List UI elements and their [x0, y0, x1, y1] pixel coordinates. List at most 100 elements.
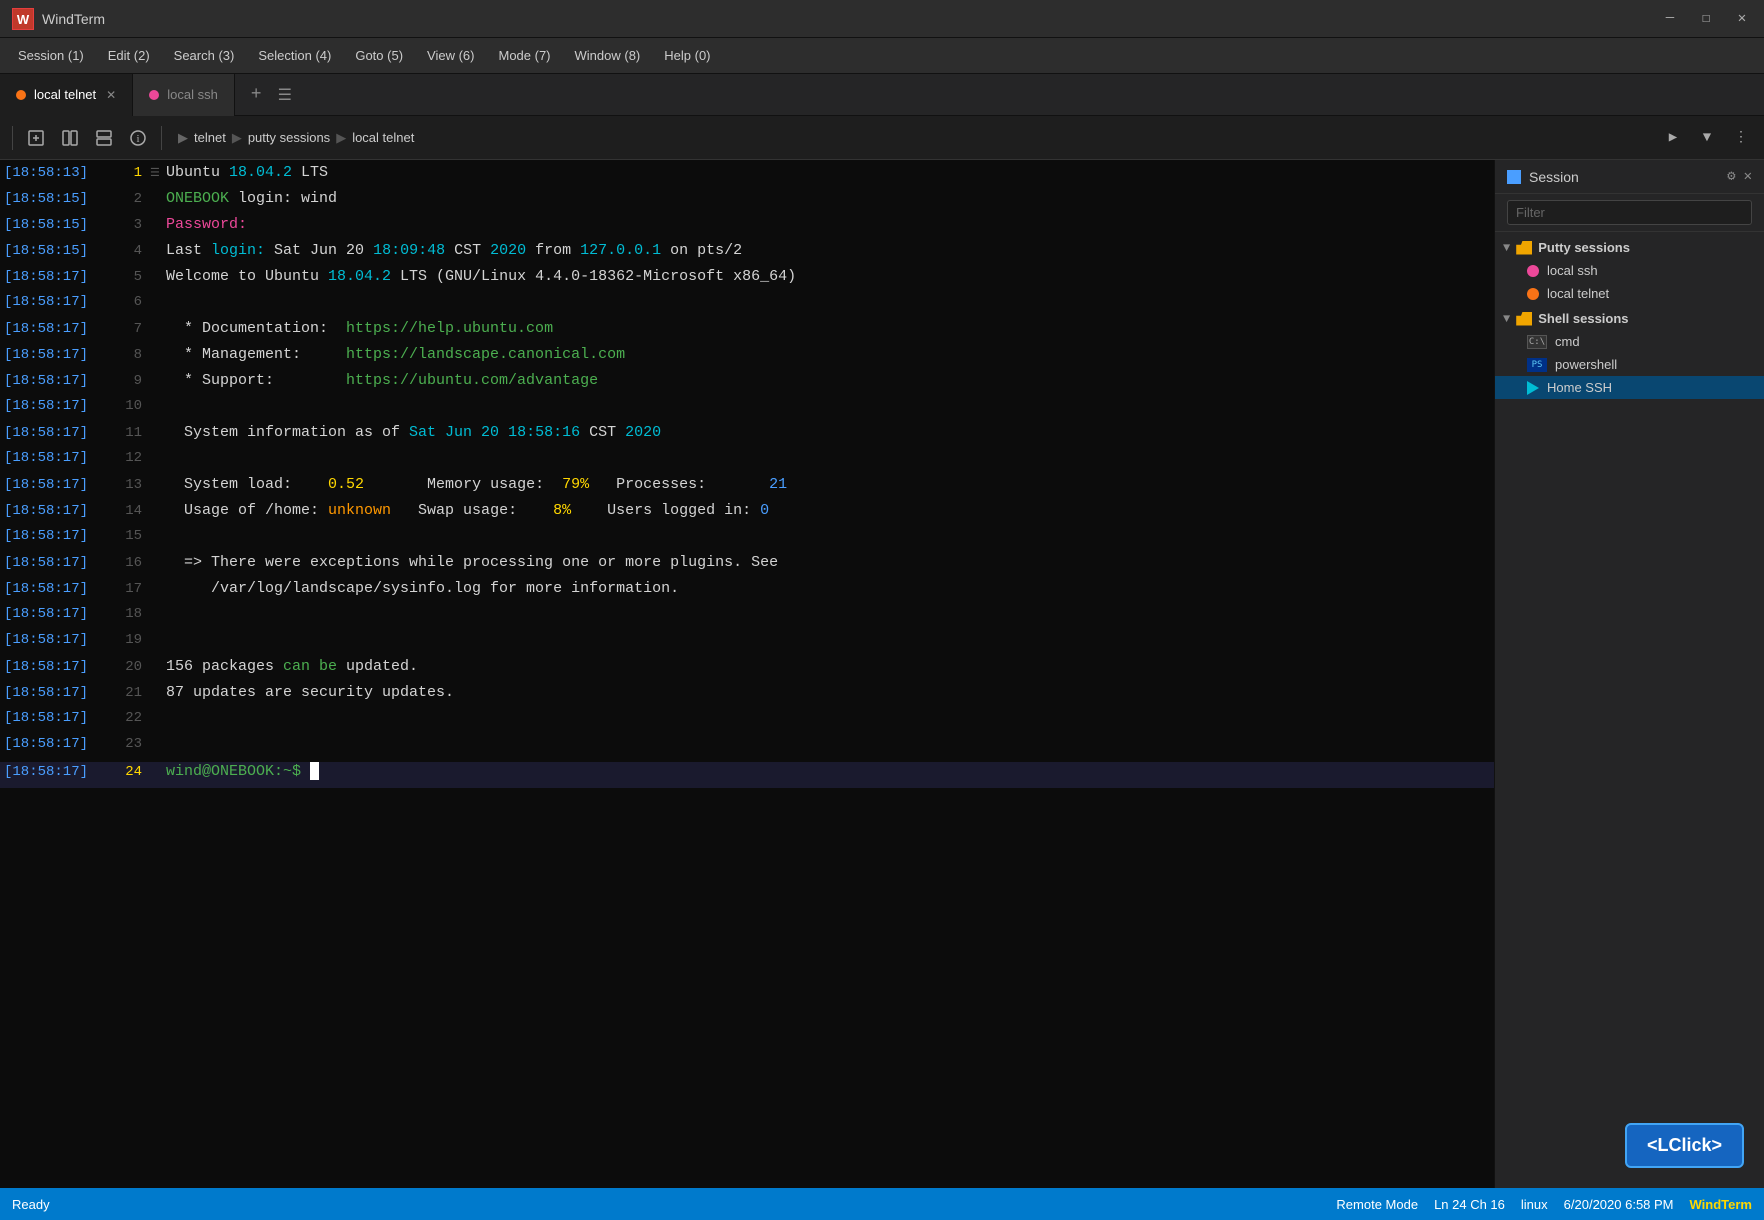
close-button[interactable]: ✕ — [1732, 10, 1752, 27]
term-line: [18:58:17] 14 Usage of /home: unknown Sw… — [0, 502, 1494, 528]
sidebar-filter-container — [1495, 194, 1764, 232]
breadcrumb-right-button[interactable]: ▶ — [1658, 123, 1688, 153]
sidebar-panel: Session ⚙ ✕ ▼ Putty sessions — [1494, 160, 1764, 1188]
breadcrumb-putty: putty sessions — [248, 130, 330, 145]
tabbar: local telnet ✕ local ssh + ☰ — [0, 74, 1764, 116]
breadcrumb-down-button[interactable]: ▼ — [1692, 123, 1722, 153]
more-button[interactable]: ⋮ — [1726, 123, 1756, 153]
split-vertical-button[interactable] — [89, 123, 119, 153]
statusbar-position: Ln 24 Ch 16 — [1434, 1197, 1505, 1212]
tree-item-cmd[interactable]: C:\ cmd — [1495, 330, 1764, 353]
term-line: [18:58:15] 3 Password: — [0, 216, 1494, 242]
tab-menu-button[interactable]: ☰ — [270, 85, 300, 105]
statusbar-datetime: 6/20/2020 6:58 PM — [1564, 1197, 1674, 1212]
toolbar-sep-2 — [161, 126, 162, 150]
term-line: [18:58:17] 17 /var/log/landscape/sysinfo… — [0, 580, 1494, 606]
tree-item-local-ssh-label: local ssh — [1547, 263, 1598, 278]
term-line: [18:58:13] 1 ☰ Ubuntu 18.04.2 LTS — [0, 164, 1494, 190]
term-line: [18:58:17] 13 System load: 0.52 Memory u… — [0, 476, 1494, 502]
tree-item-local-telnet[interactable]: local telnet — [1495, 282, 1764, 305]
tree-item-powershell[interactable]: PS powershell — [1495, 353, 1764, 376]
breadcrumb-local-telnet: local telnet — [352, 130, 414, 145]
menu-window[interactable]: Window (8) — [565, 44, 651, 67]
menu-selection[interactable]: Selection (4) — [248, 44, 341, 67]
app-title: WindTerm — [42, 11, 105, 27]
app-logo: W — [12, 8, 34, 30]
tab-local-telnet[interactable]: local telnet ✕ — [0, 74, 133, 116]
term-line: [18:58:17] 16 => There were exceptions w… — [0, 554, 1494, 580]
menu-goto[interactable]: Goto (5) — [345, 44, 413, 67]
term-line: [18:58:17] 8 * Management: https://lands… — [0, 346, 1494, 372]
menu-mode[interactable]: Mode (7) — [488, 44, 560, 67]
menu-help[interactable]: Help (0) — [654, 44, 720, 67]
sidebar-filter-input[interactable] — [1507, 200, 1752, 225]
tree-item-local-telnet-label: local telnet — [1547, 286, 1609, 301]
tab-local-telnet-label: local telnet — [34, 87, 96, 102]
session-dot-orange — [1527, 288, 1539, 300]
terminal[interactable]: [18:58:13] 1 ☰ Ubuntu 18.04.2 LTS [18:58… — [0, 160, 1494, 1188]
session-dot-pink — [1527, 265, 1539, 277]
new-session-button[interactable] — [21, 123, 51, 153]
window-controls: — ☐ ✕ — [1660, 10, 1752, 27]
tree-item-home-ssh-label: Home SSH — [1547, 380, 1612, 395]
toolbar-sep-1 — [12, 126, 13, 150]
info-button[interactable]: i — [123, 123, 153, 153]
term-line: [18:58:17] 5 Welcome to Ubuntu 18.04.2 L… — [0, 268, 1494, 294]
sidebar-tree: ▼ Putty sessions local ssh local telnet — [1495, 232, 1764, 1188]
tree-item-cmd-label: cmd — [1555, 334, 1580, 349]
menu-edit[interactable]: Edit (2) — [98, 44, 160, 67]
term-line: [18:58:17] 6 — [0, 294, 1494, 320]
powershell-icon: PS — [1527, 358, 1547, 372]
tree-group-putty-label: Putty sessions — [1538, 240, 1630, 255]
menu-view[interactable]: View (6) — [417, 44, 484, 67]
term-line: [18:58:17] 22 — [0, 710, 1494, 736]
sidebar-title: Session — [1529, 169, 1719, 185]
tree-group-putty-header[interactable]: ▼ Putty sessions — [1495, 236, 1764, 259]
folder-icon — [1516, 312, 1532, 326]
chevron-down-icon: ▼ — [1503, 241, 1510, 255]
folder-icon — [1516, 241, 1532, 255]
tree-item-powershell-label: powershell — [1555, 357, 1617, 372]
tree-group-putty: ▼ Putty sessions local ssh local telnet — [1495, 236, 1764, 305]
term-prompt-line: [18:58:17] 24 wind@ONEBOOK:~$ — [0, 762, 1494, 788]
tab-dot-orange — [16, 90, 26, 100]
restore-button[interactable]: ☐ — [1696, 10, 1716, 27]
breadcrumb: ▶ telnet ▶ putty sessions ▶ local telnet — [170, 130, 1654, 146]
svg-text:i: i — [136, 133, 139, 145]
breadcrumb-telnet: telnet — [194, 130, 226, 145]
tab-local-ssh-label: local ssh — [167, 87, 218, 102]
tree-group-shell-header[interactable]: ▼ Shell sessions — [1495, 307, 1764, 330]
session-icon — [1507, 170, 1521, 184]
cmd-icon: C:\ — [1527, 335, 1547, 349]
term-line: [18:58:17] 7 * Documentation: https://he… — [0, 320, 1494, 346]
term-line: [18:58:17] 20 156 packages can be update… — [0, 658, 1494, 684]
tree-group-shell: ▼ Shell sessions C:\ cmd PS powershell — [1495, 307, 1764, 399]
statusbar-os: linux — [1521, 1197, 1548, 1212]
term-line: [18:58:17] 9 * Support: https://ubuntu.c… — [0, 372, 1494, 398]
term-line: [18:58:17] 18 — [0, 606, 1494, 632]
menubar: Session (1) Edit (2) Search (3) Selectio… — [0, 38, 1764, 74]
tab-add-button[interactable]: + — [243, 85, 270, 105]
sidebar-header: Session ⚙ ✕ — [1495, 160, 1764, 194]
split-horizontal-button[interactable] — [55, 123, 85, 153]
term-line: [18:58:17] 21 87 updates are security up… — [0, 684, 1494, 710]
statusbar: Ready Remote Mode Ln 24 Ch 16 linux 6/20… — [0, 1188, 1764, 1220]
tree-item-local-ssh[interactable]: local ssh — [1495, 259, 1764, 282]
menu-session[interactable]: Session (1) — [8, 44, 94, 67]
term-line: [18:58:17] 11 System information as of S… — [0, 424, 1494, 450]
main-layout: [18:58:13] 1 ☰ Ubuntu 18.04.2 LTS [18:58… — [0, 160, 1764, 1188]
statusbar-ready: Ready — [12, 1197, 50, 1212]
lclick-button[interactable]: <LClick> — [1625, 1123, 1744, 1168]
svg-text:W: W — [17, 12, 30, 27]
tree-item-home-ssh[interactable]: Home SSH — [1495, 376, 1764, 399]
menu-search[interactable]: Search (3) — [164, 44, 245, 67]
tab-close-icon[interactable]: ✕ — [106, 88, 116, 102]
sidebar-settings-icon[interactable]: ⚙ — [1727, 168, 1735, 185]
minimize-button[interactable]: — — [1660, 10, 1680, 27]
sidebar-close-icon[interactable]: ✕ — [1744, 168, 1752, 185]
tab-local-ssh[interactable]: local ssh — [133, 74, 235, 116]
tree-group-shell-label: Shell sessions — [1538, 311, 1628, 326]
statusbar-app: WindTerm — [1690, 1197, 1752, 1212]
statusbar-remote-mode: Remote Mode — [1336, 1197, 1418, 1212]
chevron-down-icon: ▼ — [1503, 312, 1510, 326]
